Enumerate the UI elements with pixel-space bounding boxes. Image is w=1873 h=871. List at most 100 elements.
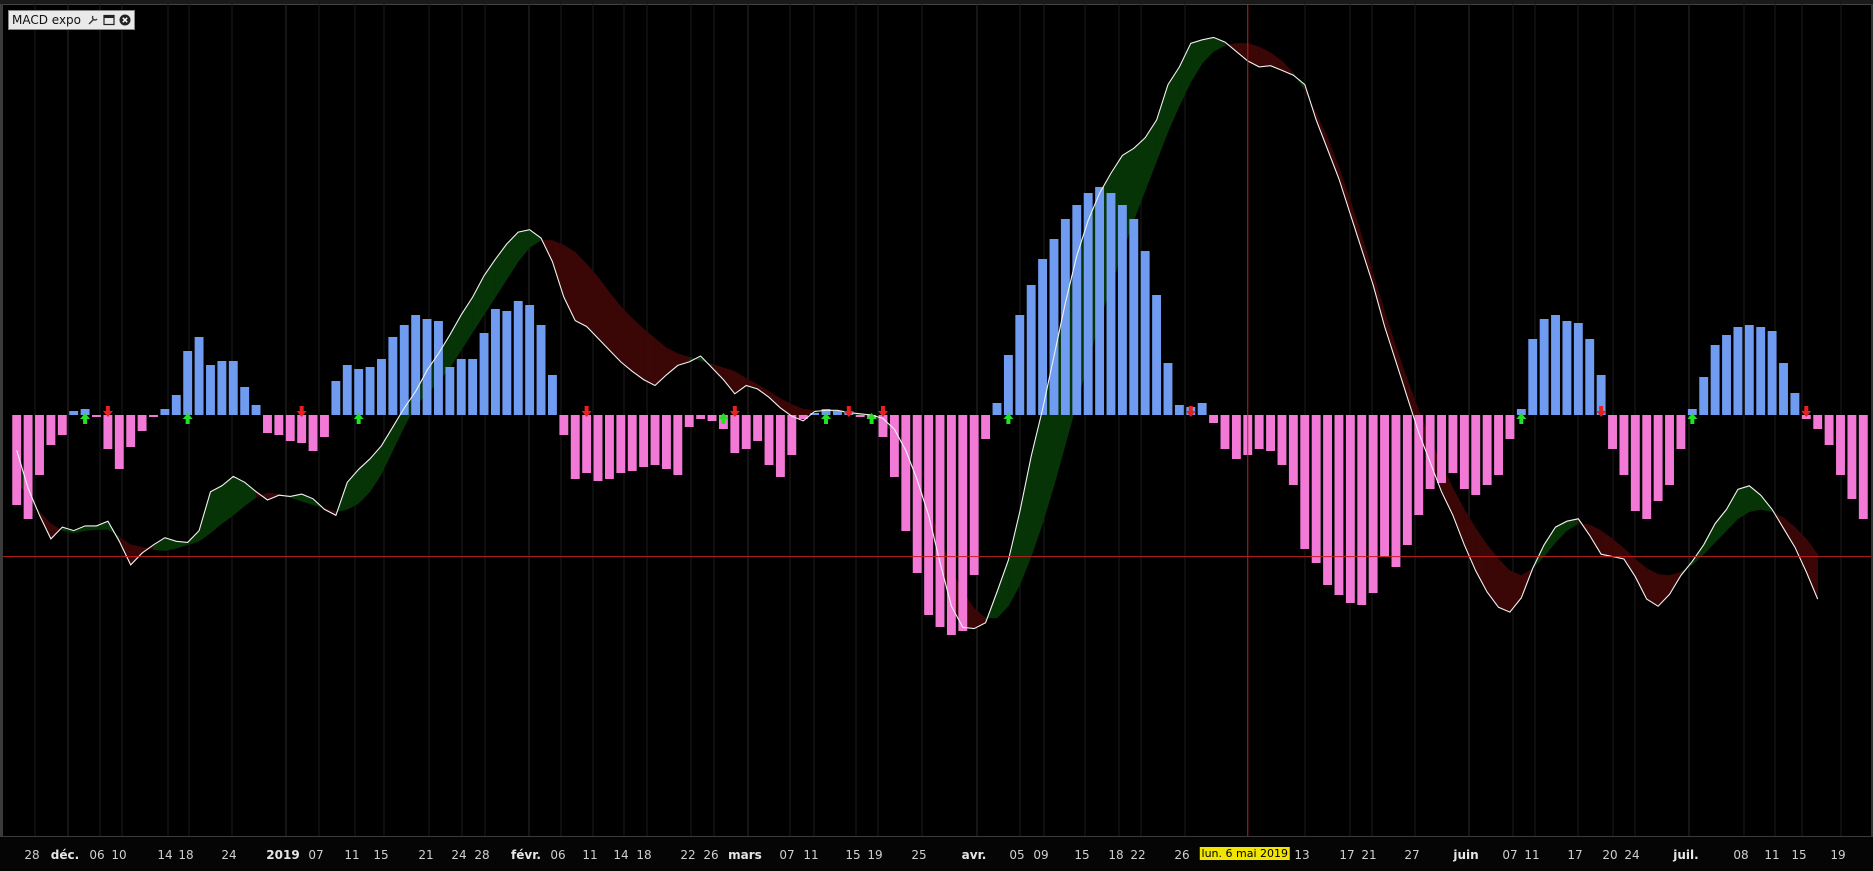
histogram-bar bbox=[1448, 415, 1458, 473]
histogram-bar bbox=[308, 415, 318, 451]
histogram-bar bbox=[935, 415, 945, 627]
bear-fill-segment bbox=[574, 251, 587, 327]
histogram-bar bbox=[1619, 415, 1629, 475]
histogram-bar bbox=[1015, 315, 1025, 415]
histogram-bar bbox=[194, 337, 204, 415]
date-tick: juil. bbox=[1673, 848, 1699, 862]
macd-chart[interactable] bbox=[3, 4, 1873, 837]
histogram-bar bbox=[1380, 415, 1389, 557]
date-tick: 07 bbox=[779, 848, 795, 862]
histogram-bar bbox=[1494, 415, 1503, 475]
bear-fill-segment bbox=[1350, 200, 1363, 250]
date-tick: 20 bbox=[1602, 848, 1618, 862]
histogram-bar bbox=[1539, 319, 1549, 415]
date-tick: 15 bbox=[373, 848, 389, 862]
histogram-bar bbox=[1779, 363, 1788, 415]
histogram-bar bbox=[513, 301, 523, 415]
date-tick: 14 bbox=[157, 848, 173, 862]
histogram-bar bbox=[707, 415, 717, 421]
histogram-bar bbox=[1722, 335, 1731, 415]
histogram-bar bbox=[661, 415, 671, 469]
histogram-bar bbox=[1083, 193, 1093, 415]
date-tick: 24 bbox=[221, 848, 237, 862]
histogram-bar bbox=[1072, 205, 1082, 415]
histogram-bar bbox=[604, 415, 614, 479]
histogram-bar bbox=[1106, 193, 1116, 415]
date-tick: 07 bbox=[1502, 848, 1518, 862]
histogram-bar bbox=[1288, 415, 1298, 485]
histogram-bar bbox=[593, 415, 603, 481]
histogram-bar bbox=[525, 305, 535, 415]
bull-fill-segment bbox=[1293, 71, 1306, 92]
date-tick: 27 bbox=[1404, 848, 1420, 862]
histogram-bar bbox=[1026, 285, 1036, 415]
histogram-bar bbox=[1003, 355, 1013, 415]
histogram-bar bbox=[582, 415, 592, 473]
histogram-bar bbox=[1744, 325, 1754, 415]
histogram-bar bbox=[1471, 415, 1481, 495]
bull-fill-segment bbox=[1726, 488, 1739, 532]
bull-fill-segment bbox=[517, 229, 530, 263]
date-tick: 11 bbox=[803, 848, 819, 862]
bull-fill-segment bbox=[301, 493, 314, 506]
bear-fill-segment bbox=[1327, 137, 1340, 180]
date-tick: 21 bbox=[1361, 848, 1377, 862]
histogram-bar bbox=[274, 415, 284, 435]
window-icon[interactable] bbox=[102, 14, 115, 27]
histogram-bar bbox=[1824, 415, 1834, 445]
cursor-date-label: lun. 6 mai 2019 bbox=[1199, 847, 1291, 860]
date-tick: mars bbox=[728, 848, 762, 862]
histogram-bar bbox=[1049, 239, 1059, 415]
wrench-icon[interactable] bbox=[86, 14, 99, 27]
histogram-bar bbox=[297, 415, 307, 443]
bull-fill-segment bbox=[84, 525, 97, 531]
bear-fill-segment bbox=[586, 263, 599, 339]
bull-fill-segment bbox=[1144, 119, 1157, 191]
histogram-bar bbox=[901, 415, 911, 531]
histogram-bar bbox=[570, 415, 580, 479]
histogram-bar bbox=[1174, 405, 1184, 415]
chart-panel[interactable]: MACD expo bbox=[0, 4, 1873, 871]
histogram-bar bbox=[1733, 327, 1743, 415]
histogram-bar bbox=[137, 415, 147, 431]
date-tick: 21 bbox=[418, 848, 434, 862]
histogram-bar bbox=[1459, 415, 1469, 489]
histogram-bar bbox=[92, 415, 101, 417]
date-tick: 28 bbox=[474, 848, 490, 862]
histogram-bar bbox=[753, 415, 763, 441]
close-icon[interactable] bbox=[118, 14, 131, 27]
histogram-bar bbox=[639, 415, 649, 467]
histogram-bar bbox=[1197, 403, 1207, 415]
bear-fill-segment bbox=[1783, 517, 1796, 549]
histogram-bar bbox=[1551, 315, 1560, 415]
bear-fill-segment bbox=[1236, 43, 1249, 62]
date-tick: 19 bbox=[1830, 848, 1846, 862]
bear-fill-segment bbox=[1258, 46, 1271, 68]
histogram-bar bbox=[855, 415, 865, 417]
histogram-bar bbox=[434, 321, 443, 415]
histogram-bar bbox=[1357, 415, 1367, 605]
bear-fill-segment bbox=[1361, 235, 1374, 286]
histogram-bar bbox=[23, 415, 33, 519]
bull-fill-segment bbox=[381, 425, 394, 475]
histogram-bar bbox=[103, 415, 113, 449]
bear-fill-segment bbox=[734, 370, 747, 395]
histogram-bar bbox=[171, 395, 181, 415]
date-tick: déc. bbox=[50, 848, 80, 862]
histogram-bar bbox=[1311, 415, 1321, 563]
histogram-bar bbox=[263, 415, 272, 433]
histogram-bar bbox=[741, 415, 751, 449]
histogram-bar bbox=[616, 415, 626, 473]
date-tick: 22 bbox=[1130, 848, 1146, 862]
histogram-bar bbox=[377, 359, 386, 415]
histogram-bar bbox=[946, 415, 956, 635]
histogram-bar bbox=[1209, 415, 1219, 423]
histogram-bar bbox=[35, 415, 44, 475]
bear-fill-segment bbox=[1600, 530, 1613, 557]
histogram-bar bbox=[445, 367, 455, 415]
histogram-bar bbox=[183, 351, 193, 415]
histogram-bar bbox=[775, 415, 785, 477]
histogram-bar bbox=[1710, 345, 1720, 415]
indicator-label[interactable]: MACD expo bbox=[8, 10, 136, 30]
histogram-bar bbox=[1790, 393, 1800, 415]
